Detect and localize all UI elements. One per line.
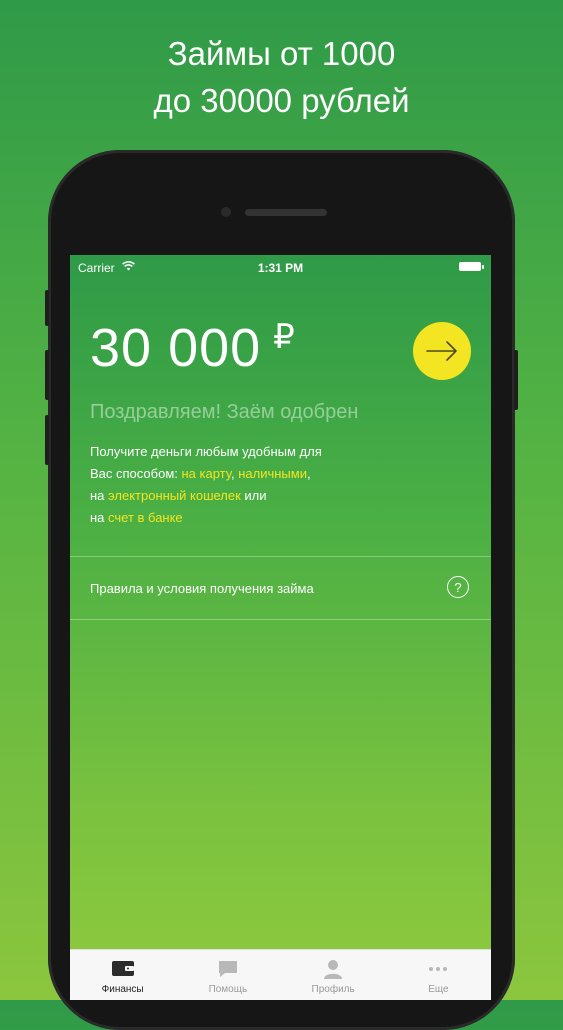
- tab-profile[interactable]: Профиль: [281, 950, 386, 1000]
- tab-help[interactable]: Помощь: [175, 950, 280, 1000]
- divider-bottom: [70, 619, 491, 620]
- desc-text: или: [240, 488, 267, 503]
- desc-line-1: Получите деньги любым удобным для: [90, 444, 322, 459]
- tab-bar: Финансы Помощь Профиль Еще: [70, 949, 491, 1000]
- battery-icon: [459, 262, 484, 271]
- phone-mute-switch: [45, 290, 49, 326]
- tab-more[interactable]: Еще: [386, 950, 491, 1000]
- wallet-icon: [111, 959, 135, 982]
- desc-text: на: [90, 488, 109, 503]
- promo-headline-line1: Займы от 1000: [167, 35, 396, 72]
- front-camera: [221, 207, 231, 217]
- currency-symbol: ₽: [273, 318, 296, 356]
- promo-headline-line2: до 30000 рублей: [153, 82, 410, 119]
- arrow-right-icon: [426, 341, 457, 361]
- tab-label: Финансы: [101, 984, 144, 995]
- help-icon[interactable]: ?: [447, 576, 469, 598]
- bank-option-link[interactable]: счет в банке: [108, 510, 183, 525]
- phone-volume-down: [45, 415, 49, 465]
- card-option-link[interactable]: на карту: [182, 466, 231, 481]
- desc-text: на: [90, 510, 109, 525]
- desc-text: Вас способом:: [90, 466, 182, 481]
- chat-icon: [217, 959, 239, 984]
- payout-description: Получите деньги любым удобным для Вас сп…: [90, 441, 322, 529]
- app-screen: Carrier 1:31 PM 30 000 ₽ Поздравляем! Заё…: [70, 255, 491, 1000]
- status-time: 1:31 PM: [257, 261, 304, 275]
- loan-rules-label: Правила и условия получения займа: [90, 581, 314, 596]
- phone-volume-up: [45, 350, 49, 400]
- tab-label: Помощь: [208, 984, 248, 995]
- approved-message: Поздравляем! Заём одобрен: [90, 401, 359, 423]
- loan-rules-row[interactable]: Правила и условия получения займа ?: [70, 557, 491, 619]
- earpiece-speaker: [245, 209, 327, 216]
- phone-power-button: [514, 350, 518, 410]
- desc-line-2: Вас способом: на карту, наличными,: [90, 463, 322, 485]
- more-icon: [427, 959, 449, 984]
- status-bar: Carrier 1:31 PM: [70, 255, 491, 279]
- tab-label: Еще: [428, 984, 449, 995]
- loan-amount-value: 30 000: [90, 318, 262, 378]
- ewallet-option-link[interactable]: электронный кошелек: [108, 488, 241, 503]
- loan-amount: 30 000 ₽: [90, 317, 296, 379]
- promo-headline: Займы от 1000 до 30000 рублей: [0, 30, 563, 124]
- desc-line-3: на электронный кошелек или: [90, 485, 322, 507]
- desc-line-4: на счет в банке: [90, 507, 322, 529]
- cash-option-link[interactable]: наличными: [238, 466, 307, 481]
- desc-text: ,: [306, 466, 311, 481]
- proceed-button[interactable]: [413, 322, 471, 380]
- profile-icon: [323, 959, 343, 984]
- tab-label: Профиль: [311, 984, 355, 995]
- tab-finance[interactable]: Финансы: [70, 950, 175, 1000]
